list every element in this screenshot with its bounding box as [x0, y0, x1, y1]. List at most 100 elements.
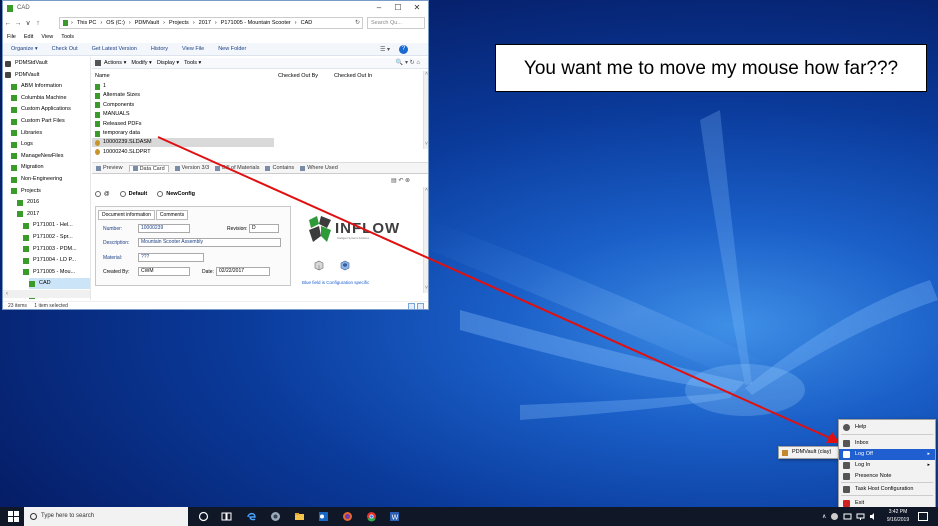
scroll-up-arrow-icon[interactable]: ˄: [424, 71, 428, 77]
tree-item[interactable]: 2017: [17, 209, 90, 220]
tray-menu-item[interactable]: Presence Note: [839, 471, 935, 482]
modify-menu[interactable]: Modify ▾: [131, 60, 152, 66]
pane-tools[interactable]: ▤ ↶ ⊗: [391, 177, 410, 184]
tab-bill-of-materials[interactable]: Bill of Materials: [215, 165, 259, 171]
tree-item[interactable]: ManageNewFiles: [11, 151, 90, 162]
tree-item[interactable]: Custom Applications: [11, 104, 90, 115]
refresh-icon[interactable]: ↻: [355, 19, 360, 26]
details-view-icon[interactable]: [408, 303, 415, 309]
firefox-icon[interactable]: [342, 511, 353, 522]
large-icons-view-icon[interactable]: [417, 303, 424, 309]
file-row[interactable]: Components: [95, 101, 134, 110]
material-field[interactable]: ???: [138, 253, 204, 262]
number-field[interactable]: 10000239: [138, 224, 190, 233]
column-header-checked-out-by[interactable]: Checked Out By: [278, 71, 318, 81]
revision-field[interactable]: D: [249, 224, 279, 233]
minimize-button[interactable]: –: [370, 1, 388, 15]
tree-item[interactable]: PDMStdVault: [5, 58, 90, 69]
breadcrumb-this-pc[interactable]: This PC: [77, 20, 97, 26]
edge-browser-icon[interactable]: [246, 511, 257, 522]
column-header-checked-out-in[interactable]: Checked Out In: [334, 71, 372, 81]
tray-overflow-icon[interactable]: ∧: [822, 513, 826, 520]
menu-file[interactable]: File: [7, 34, 16, 40]
menu-tools[interactable]: Tools: [61, 34, 74, 40]
pdm-app-icon[interactable]: [270, 511, 281, 522]
file-row[interactable]: Released PDFs: [95, 120, 142, 129]
display-icon[interactable]: [856, 512, 865, 521]
tree-item[interactable]: CAD: [29, 278, 90, 290]
tree-item[interactable]: Projects: [11, 186, 90, 197]
view-file-button[interactable]: View File: [182, 46, 204, 52]
column-header-name[interactable]: Name: [95, 71, 110, 81]
up-arrow-icon[interactable]: ↑: [33, 20, 43, 27]
network-icon[interactable]: [843, 512, 852, 521]
forward-arrow-icon[interactable]: →: [13, 20, 23, 27]
file-row[interactable]: Alternate Sizes: [95, 91, 140, 100]
new-folder-button[interactable]: New Folder: [218, 46, 246, 52]
scroll-down-arrow-icon[interactable]: ˅: [424, 141, 428, 147]
file-row[interactable]: temporary data: [95, 129, 140, 138]
file-list-scrollbar[interactable]: ˄ ˅: [423, 71, 428, 149]
clock[interactable]: 3:42 PM 9/16/2019: [882, 508, 914, 524]
maximize-button[interactable]: ☐: [389, 1, 407, 15]
tab-comments[interactable]: Comments: [155, 210, 189, 220]
history-button[interactable]: History: [151, 46, 168, 52]
taskbar-search-input[interactable]: Type here to search: [24, 507, 188, 526]
menu-view[interactable]: View: [41, 34, 53, 40]
display-menu[interactable]: Display ▾: [157, 60, 179, 66]
tab-version[interactable]: Version 3/3: [174, 165, 209, 171]
address-bar[interactable]: › This PC › OS (C:) › PDMVault › Project…: [59, 17, 363, 29]
tab-document-information[interactable]: Document information: [98, 210, 155, 220]
tree-item[interactable]: P171002 - Spr...: [23, 232, 90, 243]
config-at[interactable]: @: [95, 191, 110, 197]
description-field[interactable]: Mountain Scooter Assembly: [138, 238, 281, 247]
file-row[interactable]: 10000240.SLDPRT: [95, 148, 151, 157]
search-input[interactable]: Search Qu...: [367, 17, 425, 29]
tray-menu-item[interactable]: Log In ▸: [839, 460, 935, 471]
tree-item[interactable]: Libraries: [11, 128, 90, 139]
volume-icon[interactable]: [869, 512, 878, 521]
tab-preview[interactable]: Preview: [96, 165, 123, 171]
actions-menu[interactable]: Actions ▾: [104, 60, 126, 66]
view-options-button[interactable]: ☰ ▾: [380, 46, 390, 53]
tools-menu[interactable]: Tools ▾: [184, 60, 201, 66]
tree-item[interactable]: Migration: [11, 162, 90, 173]
breadcrumb-project[interactable]: P171005 - Mountain Scooter: [221, 20, 291, 26]
scroll-down-arrow-icon[interactable]: ˅: [424, 285, 428, 291]
file-explorer-icon[interactable]: [294, 511, 305, 522]
tree-item[interactable]: ABM Information: [11, 81, 90, 92]
tray-menu-item[interactable]: Task Host Configuration: [839, 484, 935, 495]
back-arrow-icon[interactable]: ←: [3, 20, 13, 27]
config-default[interactable]: Default: [119, 191, 147, 197]
tree-item[interactable]: Columbia Machine: [11, 93, 90, 104]
tab-data-card[interactable]: Data Card: [128, 164, 169, 172]
tree-item[interactable]: P171003 - PDM...: [23, 244, 90, 255]
windows-start-icon[interactable]: [8, 511, 19, 522]
outlook-icon[interactable]: [318, 511, 329, 522]
tree-item[interactable]: PDMVault: [5, 70, 90, 81]
recent-locations-icon[interactable]: ∨: [23, 19, 33, 27]
pdm-tray-icon[interactable]: [830, 512, 839, 521]
close-button[interactable]: ✕: [408, 1, 426, 15]
tree-item[interactable]: Logs: [11, 139, 90, 150]
scroll-left-arrow-icon[interactable]: ‹: [6, 291, 8, 297]
breadcrumb-year[interactable]: 2017: [199, 20, 211, 26]
breadcrumb-projects[interactable]: Projects: [169, 20, 189, 26]
action-center-icon[interactable]: [918, 512, 928, 521]
tree-horizontal-scrollbar[interactable]: ‹: [3, 290, 90, 298]
tray-menu-item[interactable]: Inbox: [839, 438, 935, 449]
tree-item[interactable]: P171004 - LD P...: [23, 255, 90, 266]
chrome-icon[interactable]: [366, 511, 377, 522]
tree-item[interactable]: 2016: [17, 197, 90, 208]
get-latest-version-button[interactable]: Get Latest Version: [92, 46, 137, 52]
created-by-field[interactable]: CWM: [138, 267, 190, 276]
task-view-icon[interactable]: [221, 511, 232, 522]
tree-item[interactable]: P171005 - Mou...: [23, 267, 90, 278]
tray-menu-item[interactable]: Log Off ▸: [839, 449, 935, 460]
menu-edit[interactable]: Edit: [24, 34, 33, 40]
tab-where-used[interactable]: Where Used: [300, 165, 338, 171]
tab-contains[interactable]: Contains: [265, 165, 294, 171]
vault-submenu-item[interactable]: PDMVault (clay): [778, 446, 840, 459]
breadcrumb-vault[interactable]: PDMVault: [135, 20, 159, 26]
tray-menu-item[interactable]: Help: [839, 422, 935, 433]
